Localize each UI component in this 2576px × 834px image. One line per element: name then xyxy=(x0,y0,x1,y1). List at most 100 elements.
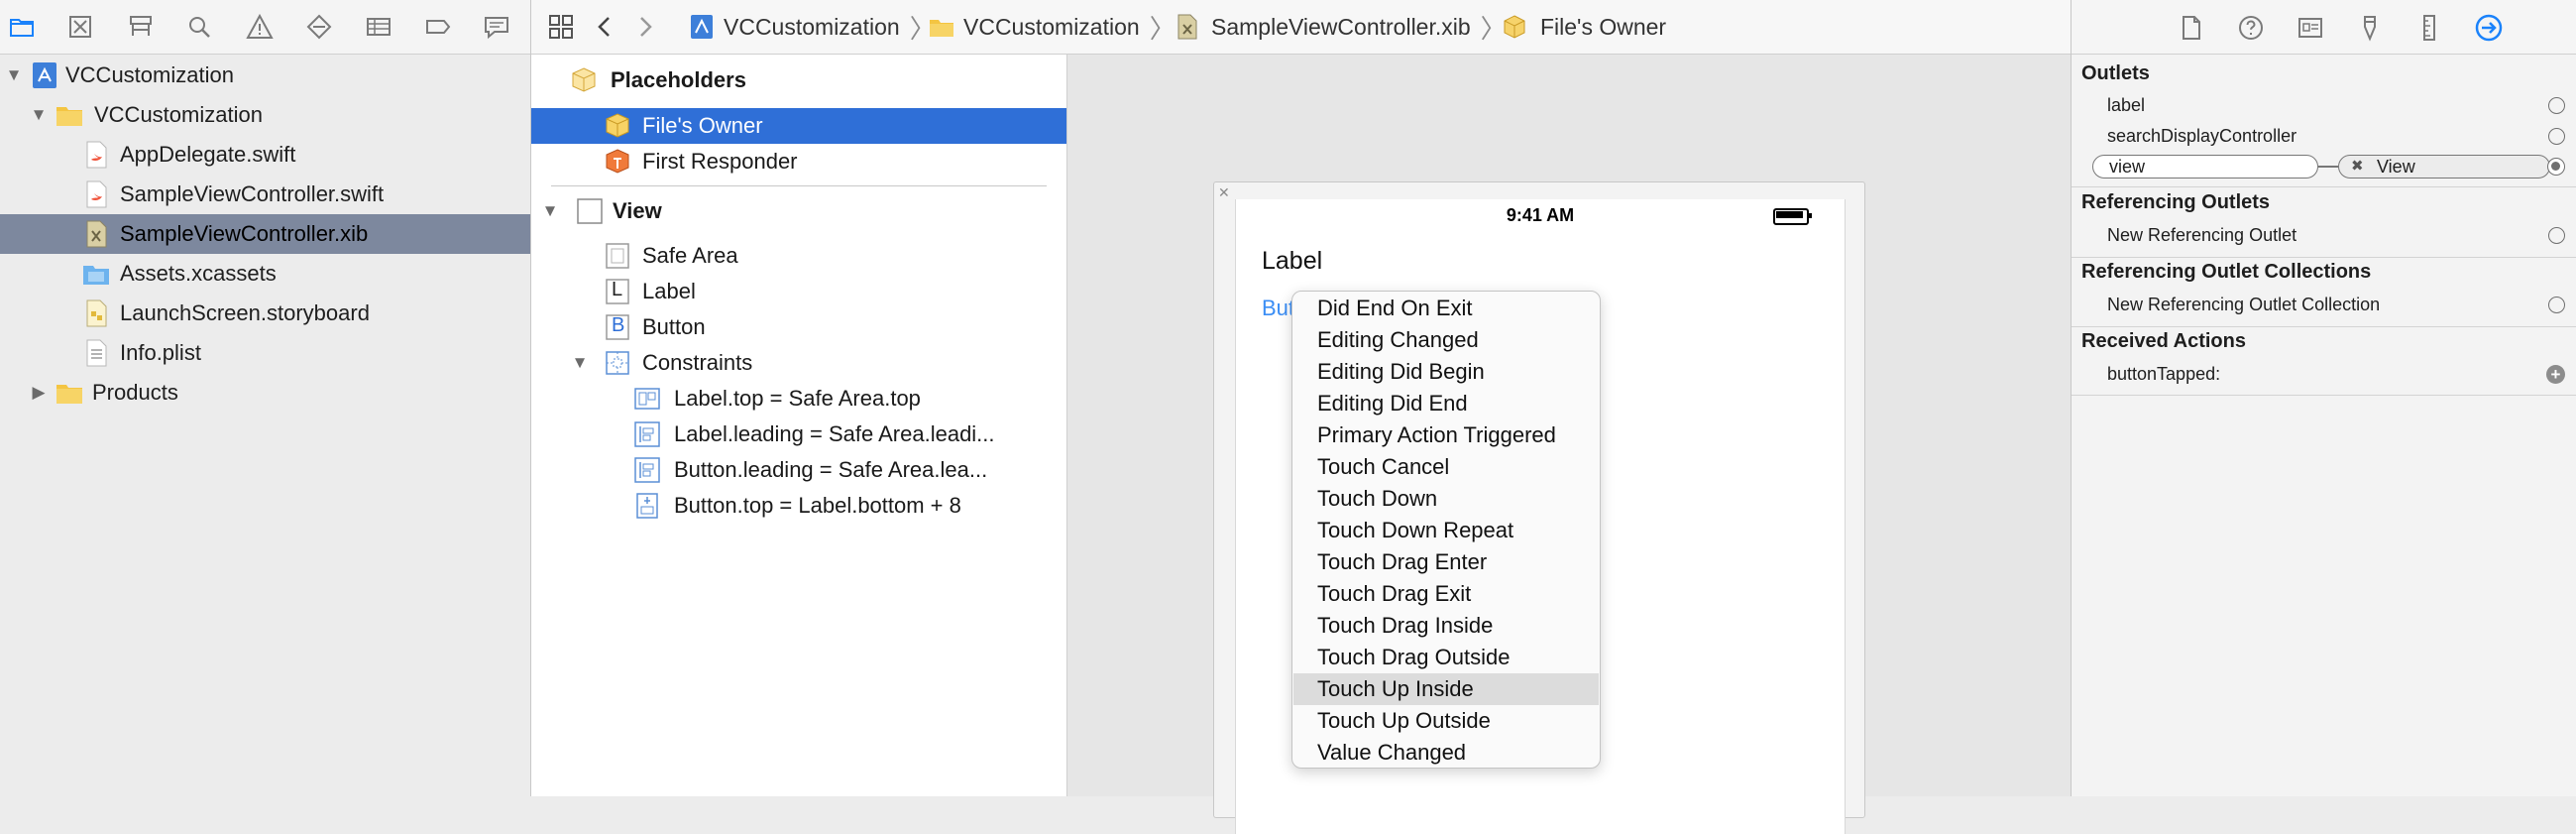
outline-item-button[interactable]: B Button xyxy=(531,309,1066,345)
menu-item[interactable]: Touch Drag Inside xyxy=(1293,610,1599,642)
forward-arrow-icon[interactable] xyxy=(631,0,659,54)
section-divider xyxy=(2072,186,2576,187)
menu-item[interactable]: Touch Down xyxy=(1293,483,1599,515)
outlet-row[interactable]: searchDisplayController xyxy=(2072,121,2576,151)
outlet-row[interactable]: label xyxy=(2072,90,2576,120)
tree-item-file[interactable]: Info.plist xyxy=(0,333,530,373)
outline-item-constraint[interactable]: Label.leading = Safe Area.leadi... xyxy=(531,417,1066,452)
identity-inspector-icon[interactable] xyxy=(2296,13,2325,43)
outline-item-view[interactable]: ▼ View xyxy=(531,193,1066,229)
find-icon[interactable] xyxy=(184,12,214,42)
outline-divider xyxy=(551,185,1047,186)
outline-item-constraints[interactable]: ▼ Constraints xyxy=(531,345,1066,381)
canvas-label[interactable]: Label xyxy=(1262,247,1322,276)
tree-item-file[interactable]: SampleViewController.swift xyxy=(0,175,530,214)
outline-item-label[interactable]: L Label xyxy=(531,274,1066,309)
outline-item-files-owner[interactable]: File's Owner xyxy=(531,108,1066,144)
menu-item[interactable]: Editing Did End xyxy=(1293,388,1599,419)
safe-area-icon xyxy=(603,241,632,271)
menu-item[interactable]: Editing Changed xyxy=(1293,324,1599,356)
outlet-label: New Referencing Outlet xyxy=(2107,224,2297,245)
folder-icon[interactable] xyxy=(7,12,37,42)
menu-item[interactable]: Value Changed xyxy=(1293,737,1599,769)
menu-item[interactable]: Touch Cancel xyxy=(1293,451,1599,483)
referencing-collection-row[interactable]: New Referencing Outlet Collection xyxy=(2072,290,2576,319)
outline-item-constraint[interactable]: Label.top = Safe Area.top xyxy=(531,381,1066,417)
hierarchy-icon[interactable] xyxy=(126,12,156,42)
back-arrow-icon[interactable] xyxy=(591,0,618,54)
menu-item[interactable]: Touch Drag Enter xyxy=(1293,546,1599,578)
add-connection-icon[interactable]: + xyxy=(2546,364,2565,384)
received-actions-header: Received Actions xyxy=(2081,330,2246,352)
connection-circle-icon[interactable] xyxy=(2548,96,2565,114)
disclosure-expanded-icon[interactable]: ▼ xyxy=(30,105,48,124)
menu-item[interactable]: Touch Drag Outside xyxy=(1293,642,1599,673)
menu-item-highlighted[interactable]: Touch Up Inside xyxy=(1293,673,1599,705)
tree-item-file[interactable]: Assets.xcassets xyxy=(0,254,530,294)
breadcrumb-label: VCCustomization xyxy=(724,13,900,40)
size-inspector-icon[interactable] xyxy=(2414,13,2444,43)
menu-item[interactable]: Primary Action Triggered xyxy=(1293,419,1599,451)
file-inspector-icon[interactable] xyxy=(2177,13,2206,43)
tree-item-file[interactable]: AppDelegate.swift xyxy=(0,135,530,175)
issue-icon[interactable] xyxy=(245,12,275,42)
label-glyph-icon: L xyxy=(603,277,632,306)
outline-item-constraint[interactable]: Button.leading = Safe Area.lea... xyxy=(531,452,1066,488)
disclosure-expanded-icon[interactable]: ▼ xyxy=(541,201,559,220)
connected-circle-icon[interactable] xyxy=(2547,158,2565,176)
action-label: buttonTapped: xyxy=(2107,363,2221,384)
connection-circle-icon[interactable] xyxy=(2548,127,2565,145)
disclosure-expanded-icon[interactable]: ▼ xyxy=(5,65,23,84)
tree-item-project[interactable]: ▼ VCCustomization xyxy=(0,56,530,95)
disclosure-expanded-icon[interactable]: ▼ xyxy=(571,353,589,372)
menu-item[interactable]: Editing Did Begin xyxy=(1293,356,1599,388)
outlet-target-pill[interactable]: ✖ View xyxy=(2338,155,2550,179)
referencing-collections-header: Referencing Outlet Collections xyxy=(2081,261,2372,283)
xib-file-icon xyxy=(1177,14,1197,40)
menu-item[interactable]: Touch Down Repeat xyxy=(1293,515,1599,546)
button-glyph-icon: B xyxy=(603,312,632,342)
quick-help-icon[interactable] xyxy=(2236,13,2266,43)
outline-item-first-responder[interactable]: First Responder xyxy=(531,144,1066,179)
test-icon[interactable] xyxy=(304,12,334,42)
tree-item-label: Products xyxy=(92,380,178,405)
section-divider xyxy=(2072,326,2576,327)
menu-item[interactable]: Touch Up Outside xyxy=(1293,705,1599,737)
report-icon[interactable] xyxy=(482,12,511,42)
tree-item-file[interactable]: LaunchScreen.storyboard xyxy=(0,294,530,333)
source-control-icon[interactable] xyxy=(65,12,95,42)
debug-icon[interactable] xyxy=(364,12,393,42)
connection-circle-icon[interactable] xyxy=(2548,296,2565,313)
breadcrumb-object[interactable]: File's Owner xyxy=(1501,0,1666,54)
project-navigator: ▼ VCCustomization ▼ VCCustomization AppD… xyxy=(0,0,531,796)
referencing-outlet-row[interactable]: New Referencing Outlet xyxy=(2072,220,2576,250)
outlet-view-pill[interactable]: view xyxy=(2092,155,2318,179)
folder-icon xyxy=(930,20,953,37)
outline-placeholders-header[interactable]: Placeholders xyxy=(531,62,1066,98)
outline-item-constraint[interactable]: Button.top = Label.bottom + 8 xyxy=(531,488,1066,524)
tree-item-group[interactable]: ▼ VCCustomization xyxy=(0,95,530,135)
outline-label: View xyxy=(613,198,662,223)
constraint-top-icon xyxy=(632,384,662,414)
breakpoint-icon[interactable] xyxy=(423,12,453,42)
breadcrumb-file[interactable]: SampleViewController.xib 〉 xyxy=(1174,0,1507,54)
disclosure-collapsed-icon[interactable]: ▶ xyxy=(30,383,48,402)
scene-close-icon[interactable]: ✕ xyxy=(1218,184,1230,201)
connection-circle-icon[interactable] xyxy=(2548,226,2565,244)
outline-item-safe-area[interactable]: Safe Area xyxy=(531,238,1066,274)
breadcrumb-separator-icon: 〉 xyxy=(1149,13,1176,44)
received-action-row[interactable]: buttonTapped: + xyxy=(2072,359,2576,389)
connections-inspector-icon[interactable] xyxy=(2474,13,2504,43)
outline-label: Label xyxy=(642,279,696,303)
swift-file-icon xyxy=(81,140,111,170)
breadcrumb-project[interactable]: VCCustomization 〉 xyxy=(688,0,936,54)
attributes-inspector-icon[interactable] xyxy=(2355,13,2385,43)
placeholder-cube-icon xyxy=(603,111,632,141)
breadcrumb-group[interactable]: VCCustomization 〉 xyxy=(928,0,1176,54)
related-items-icon[interactable] xyxy=(547,0,575,54)
disconnect-x-icon[interactable]: ✖ xyxy=(2351,157,2364,175)
tree-item-file-selected[interactable]: SampleViewController.xib xyxy=(0,214,530,254)
menu-item[interactable]: Did End On Exit xyxy=(1293,293,1599,324)
tree-item-group[interactable]: ▶ Products xyxy=(0,373,530,413)
menu-item[interactable]: Touch Drag Exit xyxy=(1293,578,1599,610)
